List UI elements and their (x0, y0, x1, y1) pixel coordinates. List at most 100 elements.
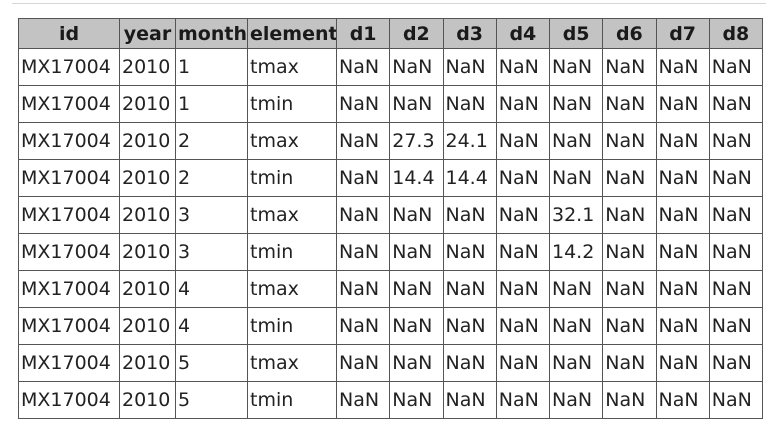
cell-d8: NaN (708, 48, 764, 86)
cell-d3: 24.1 (442, 122, 497, 160)
cell-year: 2010 (119, 159, 176, 197)
cell-d5: NaN (548, 48, 604, 86)
cell-id: MX17004 (18, 85, 120, 123)
column-header-d1: d1 (335, 18, 391, 49)
cell-d2: NaN (389, 233, 444, 271)
cell-id: MX17004 (18, 159, 120, 197)
column-header-element: element (247, 18, 337, 49)
cell-d8: NaN (708, 122, 764, 160)
cell-d1: NaN (335, 233, 391, 271)
cell-d3: NaN (442, 233, 497, 271)
cell-d2: NaN (389, 307, 444, 345)
top-divider (12, 3, 766, 4)
cell-d1: NaN (335, 159, 391, 197)
cell-d3: NaN (442, 344, 497, 382)
cell-d5: NaN (548, 344, 604, 382)
cell-d1: NaN (335, 122, 391, 160)
cell-d6: NaN (602, 381, 657, 419)
cell-d3: NaN (442, 381, 497, 419)
cell-d7: NaN (655, 233, 710, 271)
cell-year: 2010 (119, 381, 176, 419)
cell-d3: NaN (442, 270, 497, 308)
cell-month: 4 (175, 270, 248, 308)
cell-element: tmax (247, 48, 337, 86)
header-row: id year month element d1 d2 d3 d4 d5 d6 … (18, 18, 764, 49)
cell-month: 3 (175, 233, 248, 271)
cell-year: 2010 (119, 196, 176, 234)
cell-element: tmin (247, 381, 337, 419)
cell-d1: NaN (335, 270, 391, 308)
cell-id: MX17004 (18, 344, 120, 382)
cell-d5: NaN (548, 307, 604, 345)
cell-d1: NaN (335, 85, 391, 123)
cell-d1: NaN (335, 196, 391, 234)
cell-d5: NaN (548, 122, 604, 160)
page: id year month element d1 d2 d3 d4 d5 d6 … (0, 0, 778, 429)
cell-d2: NaN (389, 48, 444, 86)
cell-year: 2010 (119, 85, 176, 123)
table-row: MX17004 2010 5 tmax NaN NaN NaN NaN NaN NaN NaN NaN (18, 344, 764, 382)
cell-d6: NaN (602, 159, 657, 197)
column-header-d8: d8 (708, 18, 764, 49)
column-header-d2: d2 (389, 18, 444, 49)
cell-d3: NaN (442, 85, 497, 123)
cell-d5: NaN (548, 270, 604, 308)
column-header-d3: d3 (442, 18, 497, 49)
column-header-d5: d5 (548, 18, 604, 49)
cell-d8: NaN (708, 159, 764, 197)
cell-d5: NaN (548, 381, 604, 419)
cell-d7: NaN (655, 159, 710, 197)
column-header-d7: d7 (655, 18, 710, 49)
cell-d4: NaN (495, 85, 551, 123)
cell-d5: NaN (548, 159, 604, 197)
cell-d1: NaN (335, 381, 391, 419)
cell-id: MX17004 (18, 270, 120, 308)
cell-element: tmin (247, 233, 337, 271)
cell-d8: NaN (708, 344, 764, 382)
cell-d7: NaN (655, 85, 710, 123)
cell-d5: 14.2 (548, 233, 604, 271)
cell-element: tmin (247, 307, 337, 345)
cell-d3: NaN (442, 48, 497, 86)
cell-d6: NaN (602, 122, 657, 160)
table-row: MX17004 2010 3 tmin NaN NaN NaN NaN 14.2 NaN NaN Na… (18, 233, 764, 271)
cell-element: tmax (247, 196, 337, 234)
cell-element: tmin (247, 159, 337, 197)
table-row: MX17004 2010 5 tmin NaN NaN NaN NaN NaN NaN NaN NaN (18, 381, 764, 419)
table-row: MX17004 2010 2 tmax NaN 27.3 24.1 NaN NaN NaN NaN N… (18, 122, 764, 160)
cell-d6: NaN (602, 233, 657, 271)
cell-d8: NaN (708, 85, 764, 123)
cell-id: MX17004 (18, 381, 120, 419)
table-body: MX17004 2010 1 tmax NaN NaN NaN NaN NaN NaN NaN NaN… (18, 48, 764, 419)
cell-d4: NaN (495, 48, 551, 86)
table-row: MX17004 2010 1 tmax NaN NaN NaN NaN NaN NaN NaN NaN (18, 48, 764, 86)
table-row: MX17004 2010 4 tmax NaN NaN NaN NaN NaN NaN NaN NaN (18, 270, 764, 308)
cell-element: tmax (247, 122, 337, 160)
cell-d3: NaN (442, 196, 497, 234)
cell-d4: NaN (495, 381, 551, 419)
cell-d6: NaN (602, 270, 657, 308)
cell-d6: NaN (602, 307, 657, 345)
cell-d5: NaN (548, 85, 604, 123)
cell-d1: NaN (335, 344, 391, 382)
cell-id: MX17004 (18, 122, 120, 160)
cell-d8: NaN (708, 196, 764, 234)
cell-d3: 14.4 (442, 159, 497, 197)
cell-id: MX17004 (18, 48, 120, 86)
cell-d4: NaN (495, 122, 551, 160)
cell-d5: 32.1 (548, 196, 604, 234)
table-row: MX17004 2010 1 tmin NaN NaN NaN NaN NaN NaN NaN NaN (18, 85, 764, 123)
cell-id: MX17004 (18, 233, 120, 271)
cell-d8: NaN (708, 381, 764, 419)
data-table: id year month element d1 d2 d3 d4 d5 d6 … (18, 18, 764, 419)
cell-d4: NaN (495, 344, 551, 382)
table-row: MX17004 2010 2 tmin NaN 14.4 14.4 NaN NaN NaN NaN N… (18, 159, 764, 197)
table-row: MX17004 2010 3 tmax NaN NaN NaN NaN 32.1 NaN NaN Na… (18, 196, 764, 234)
cell-element: tmax (247, 344, 337, 382)
cell-d2: NaN (389, 344, 444, 382)
cell-d7: NaN (655, 270, 710, 308)
column-header-month: month (175, 18, 248, 49)
cell-d1: NaN (335, 307, 391, 345)
cell-month: 1 (175, 48, 248, 86)
cell-d2: NaN (389, 85, 444, 123)
